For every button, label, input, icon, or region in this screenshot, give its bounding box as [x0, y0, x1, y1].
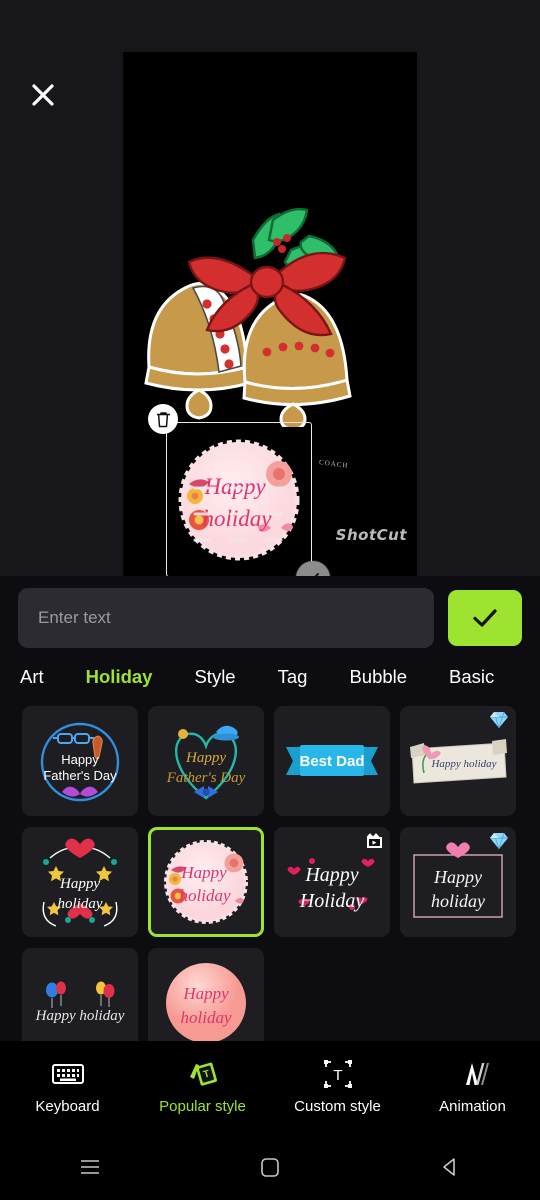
svg-text:Father's Day: Father's Day: [166, 770, 246, 786]
tab-art[interactable]: Art: [20, 666, 44, 688]
svg-text:Holiday: Holiday: [299, 890, 365, 912]
svg-text:T: T: [333, 1067, 342, 1084]
tab-tag[interactable]: Tag: [278, 666, 308, 688]
svg-text:Happy: Happy: [61, 752, 99, 767]
sticker-art: Happy holiday: [151, 830, 261, 934]
svg-text:Happy holiday: Happy holiday: [35, 1008, 125, 1024]
sticker-text-line2: holiday: [203, 506, 273, 531]
confirm-button[interactable]: [448, 590, 522, 646]
toolbar-item-custom-style[interactable]: T Custom style: [270, 1059, 405, 1115]
svg-text:holiday: holiday: [180, 886, 231, 905]
bells-icon: [144, 207, 352, 427]
svg-text:Happy: Happy: [59, 876, 100, 892]
premium-gem-icon: [490, 832, 508, 850]
tab-basic[interactable]: Basic: [449, 666, 494, 688]
svg-text:holiday: holiday: [431, 891, 485, 911]
close-icon: [32, 84, 54, 106]
nav-home-button[interactable]: [180, 1156, 360, 1178]
toolbar-item-animation[interactable]: Animation: [405, 1059, 540, 1115]
home-icon: [261, 1157, 279, 1177]
tab-holiday[interactable]: Holiday: [86, 666, 153, 688]
toolbar-label: Animation: [439, 1098, 506, 1115]
tab-bubble[interactable]: Bubble: [349, 666, 407, 688]
nav-recents-button[interactable]: [0, 1156, 180, 1178]
trash-icon: [156, 411, 170, 427]
svg-text:Happy holiday: Happy holiday: [430, 758, 496, 770]
svg-text:Happy: Happy: [182, 984, 229, 1003]
coach-watermark: COACH: [318, 458, 349, 470]
sticker-art: Best Dad: [277, 709, 387, 813]
svg-text:Happy: Happy: [185, 750, 226, 766]
floral-circle-icon: Happy holiday: [178, 439, 300, 560]
text-input-row: [0, 576, 540, 648]
shotcut-text-sticker-screen: COACH Happy holiday ShotCut Enter text A…: [0, 0, 540, 1200]
delete-sticker-handle[interactable]: [148, 404, 178, 434]
sticker-tile-happy-holiday-script-hearts[interactable]: Happy Holiday: [274, 827, 390, 937]
sticker-tile-happy-holiday-doodle[interactable]: Happy holiday: [22, 827, 138, 937]
animation-icon: [457, 1059, 489, 1089]
keyboard-icon: [51, 1059, 84, 1089]
svg-text:holiday: holiday: [181, 1008, 232, 1027]
animated-video-icon: [366, 833, 382, 848]
close-button[interactable]: [24, 76, 62, 114]
category-tabs: Art Holiday Style Tag Bubble Basic: [0, 648, 540, 700]
toolbar-label: Popular style: [159, 1098, 246, 1115]
back-icon: [443, 1157, 455, 1176]
svg-text:Father's Day: Father's Day: [43, 768, 117, 783]
sticker-tile-happy-fathers-day-neon[interactable]: Happy Father's Day: [22, 706, 138, 816]
popular-style-icon: T: [187, 1059, 219, 1089]
shotcut-watermark: ShotCut: [335, 526, 407, 544]
toolbar-item-keyboard[interactable]: Keyboard: [0, 1059, 135, 1115]
sticker-art: Happy holiday: [151, 951, 261, 1055]
text-input[interactable]: [18, 588, 434, 648]
christmas-bells-sticker: [141, 192, 391, 427]
happy-holiday-floral-sticker: Happy holiday: [171, 432, 307, 568]
nav-back-button[interactable]: [360, 1156, 540, 1178]
sticker-art: Happy Father's Day: [151, 709, 261, 813]
bottom-toolbar: Keyboard T Popular style T Custom style …: [0, 1041, 540, 1133]
svg-text:holiday: holiday: [58, 896, 103, 912]
video-canvas[interactable]: COACH Happy holiday ShotCut: [123, 52, 417, 576]
svg-text:Happy: Happy: [304, 864, 358, 886]
sticker-tile-happy-holiday-floral-circle[interactable]: Happy holiday: [148, 827, 264, 937]
sticker-selection-box[interactable]: Happy holiday: [148, 404, 330, 576]
android-nav-bar: [0, 1133, 540, 1200]
toolbar-label: Keyboard: [35, 1098, 100, 1115]
sticker-tile-happy-holiday-note[interactable]: Happy holiday: [400, 706, 516, 816]
tab-style[interactable]: Style: [194, 666, 235, 688]
sticker-art: Happy holiday: [25, 830, 135, 934]
svg-text:Happy: Happy: [180, 863, 227, 882]
sticker-art: Happy Father's Day: [25, 709, 135, 813]
premium-gem-icon: [490, 711, 508, 729]
svg-text:Happy: Happy: [433, 867, 482, 887]
sticker-art: Happy holiday: [25, 951, 135, 1055]
toolbar-item-popular-style[interactable]: T Popular style: [135, 1059, 270, 1115]
sticker-grid: Happy Father's Day Happy Father's Day Be…: [0, 700, 540, 1058]
toolbar-label: Custom style: [294, 1098, 381, 1115]
svg-text:Best Dad: Best Dad: [299, 753, 364, 770]
check-icon: [473, 609, 497, 627]
sticker-tile-best-dad-ribbon[interactable]: Best Dad: [274, 706, 390, 816]
sticker-tile-happy-fathers-day-heart[interactable]: Happy Father's Day: [148, 706, 264, 816]
custom-style-icon: T: [323, 1059, 352, 1089]
sticker-tile-happy-holiday-frame[interactable]: Happy holiday: [400, 827, 516, 937]
editor-preview-area: COACH Happy holiday ShotCut: [0, 0, 540, 576]
recents-icon: [81, 1159, 99, 1174]
